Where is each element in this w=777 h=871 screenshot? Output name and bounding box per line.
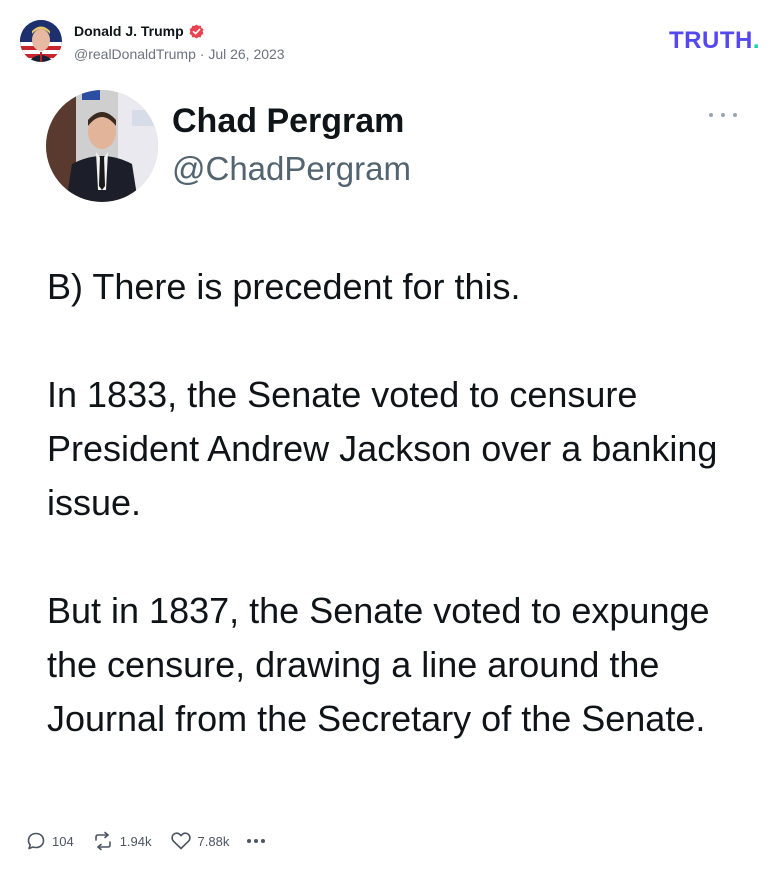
embedded-tweet-image[interactable]: Chad Pergram @ChadPergram B) There is pr… (0, 80, 777, 806)
author-meta: @realDonaldTrump · Jul 26, 2023 (74, 44, 285, 64)
post-date[interactable]: Jul 26, 2023 (208, 46, 284, 62)
tweet-paragraph: B) There is precedent for this. (47, 266, 521, 307)
more-dots-icon[interactable] (247, 839, 266, 843)
tweet-paragraph: But in 1837, the Senate voted to expunge… (47, 590, 710, 739)
author-name[interactable]: Donald J. Trump (74, 22, 184, 40)
person-portrait-icon (46, 90, 158, 202)
retruth-count: 1.94k (119, 833, 152, 849)
author-name-row: Donald J. Trump (74, 22, 285, 40)
author-block: Donald J. Trump @realDonaldTrump · Jul 2… (74, 22, 285, 64)
author-avatar[interactable] (20, 20, 62, 62)
tweet-author-name: Chad Pergram (172, 102, 405, 140)
tweet-body: B) There is precedent for this. In 1833,… (47, 260, 747, 746)
verified-badge-icon (189, 23, 204, 39)
brand-logo-dot: . (752, 27, 760, 54)
meta-separator: · (199, 46, 205, 62)
tweet-more-dots-icon (709, 110, 737, 120)
like-button[interactable]: 7.88k (170, 831, 230, 851)
retruth-icon (94, 831, 111, 851)
tweet-author-avatar (46, 90, 158, 202)
truth-logo: TRUTH. (669, 27, 760, 55)
brand-logo-text: TRUTH (669, 27, 753, 54)
comment-icon (27, 832, 45, 850)
reply-button[interactable]: 104 (26, 831, 74, 851)
tweet-paragraph: In 1833, the Senate voted to censure Pre… (47, 374, 718, 523)
like-count: 7.88k (197, 833, 230, 849)
retruth-button[interactable]: 1.94k (92, 831, 152, 851)
post-action-bar: 104 1.94k 7.88k (26, 830, 266, 852)
reply-count: 104 (52, 833, 74, 849)
tweet-author-handle: @ChadPergram (172, 150, 411, 187)
author-handle[interactable]: @realDonaldTrump (74, 46, 196, 62)
heart-icon (170, 832, 191, 850)
post-header: Donald J. Trump @realDonaldTrump · Jul 2… (20, 20, 760, 66)
flag-portrait-avatar-icon (20, 20, 62, 62)
